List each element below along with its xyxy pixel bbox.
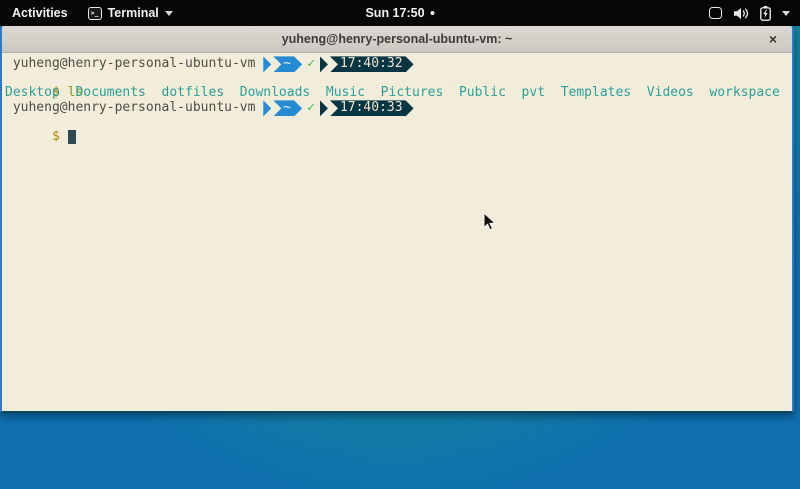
powerline-time-segment: 17:40:32 — [320, 56, 414, 72]
terminal-icon: >_ — [88, 7, 102, 20]
battery-charging-icon — [760, 6, 771, 21]
prompt-time: 17:40:32 — [330, 56, 414, 72]
status-check-icon: ✓ — [307, 101, 315, 116]
command-line: $ls — [5, 72, 792, 87]
prompt-symbol: $ — [52, 129, 60, 144]
clock-button[interactable]: Sun 17:50 — [365, 0, 434, 26]
activities-label: Activities — [12, 6, 68, 20]
clock-label: Sun 17:50 — [365, 6, 424, 20]
notification-dot-icon — [431, 11, 435, 15]
prompt-user-host: yuheng@henry-personal-ubuntu-vm — [5, 57, 263, 72]
app-menu-terminal[interactable]: >_ Terminal — [80, 0, 181, 26]
activities-button[interactable]: Activities — [0, 0, 80, 26]
ls-output: Desktop Documents dotfiles Downloads Mus… — [5, 86, 792, 101]
terminal-window: yuheng@henry-personal-ubuntu-vm: ~ × yuh… — [0, 26, 794, 413]
prompt-user-host: yuheng@henry-personal-ubuntu-vm — [5, 101, 263, 116]
prompt-line: yuheng@henry-personal-ubuntu-vm ~ ✓ 17:4… — [5, 101, 792, 116]
volume-icon — [733, 7, 749, 20]
screen-icon — [709, 7, 722, 19]
powerline-arrow-icon — [263, 56, 271, 72]
close-button[interactable]: × — [764, 30, 782, 48]
powerline-cwd-segment: ~ — [263, 100, 302, 116]
window-titlebar[interactable]: yuheng@henry-personal-ubuntu-vm: ~ × — [2, 26, 792, 53]
chevron-down-icon — [782, 11, 790, 16]
current-input-line: $ — [5, 116, 792, 131]
text-cursor — [68, 130, 76, 144]
powerline-time-segment: 17:40:33 — [320, 100, 414, 116]
prompt-cwd: ~ — [273, 100, 302, 116]
prompt-cwd: ~ — [273, 56, 302, 72]
system-status-menu[interactable] — [705, 0, 794, 26]
prompt-time: 17:40:33 — [330, 100, 414, 116]
window-title: yuheng@henry-personal-ubuntu-vm: ~ — [282, 32, 513, 46]
status-check-icon: ✓ — [307, 57, 315, 72]
powerline-arrow-icon — [263, 100, 271, 116]
app-menu-label: Terminal — [108, 6, 159, 20]
powerline-arrow-icon — [320, 100, 328, 116]
terminal-content[interactable]: yuheng@henry-personal-ubuntu-vm ~ ✓ 17:4… — [2, 53, 792, 411]
powerline-cwd-segment: ~ — [263, 56, 302, 72]
chevron-down-icon — [165, 11, 173, 16]
powerline-arrow-icon — [320, 56, 328, 72]
prompt-line: yuheng@henry-personal-ubuntu-vm ~ ✓ 17:4… — [5, 57, 792, 72]
top-bar: Activities >_ Terminal Sun 17:50 — [0, 0, 800, 26]
